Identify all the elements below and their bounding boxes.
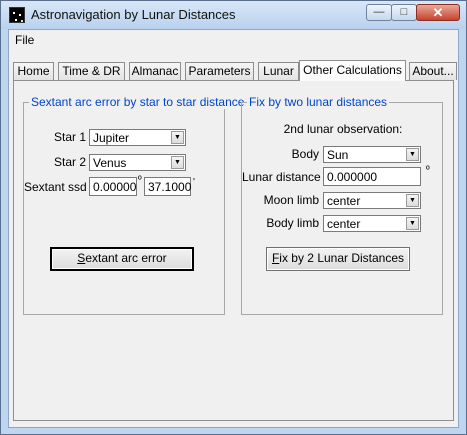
moon-limb-select[interactable]: center ▼	[323, 192, 421, 209]
chevron-down-icon: ▼	[406, 217, 419, 230]
body-limb-value: center	[327, 217, 361, 231]
star1-label: Star 1	[53, 130, 86, 144]
tab-label: Other Calculations	[303, 63, 402, 77]
star2-value: Venus	[93, 156, 127, 170]
tab-label: About...	[412, 64, 454, 78]
body-limb-label: Body limb	[266, 216, 319, 230]
close-button[interactable]: ✕	[416, 4, 460, 21]
maximize-icon: □	[400, 6, 408, 18]
tab-label: Almanac	[131, 64, 179, 78]
sextant-arc-error-group: Sextant arc error by star to star distan…	[23, 95, 247, 315]
ssd-minutes-input[interactable]: 37.1000	[144, 177, 191, 196]
group-title: Sextant arc error by star to star distan…	[29, 95, 247, 109]
sextant-ssd-label: Sextant ssd	[24, 180, 87, 194]
star1-select[interactable]: Jupiter ▼	[89, 129, 186, 146]
fix-two-lunar-group: Fix by two lunar distances 2nd lunar obs…	[241, 95, 443, 315]
observation-subtitle: 2nd lunar observation:	[283, 122, 403, 136]
chevron-down-icon: ▼	[406, 194, 419, 207]
sextant-arc-error-button[interactable]: Sextant arc error	[50, 247, 194, 271]
tab-label: Parameters	[188, 64, 251, 78]
moon-limb-label: Moon limb	[263, 193, 319, 207]
lunar-distance-label: Lunar distance	[242, 170, 321, 184]
minute-symbol: '	[193, 177, 195, 188]
button-label: extant arc error	[85, 251, 167, 265]
tab-panel-other-calculations: Sextant arc error by star to star distan…	[13, 80, 454, 421]
tab-parameters[interactable]: Parameters	[185, 62, 254, 80]
tab-label: Home	[17, 64, 50, 78]
group-title: Fix by two lunar distances	[247, 95, 390, 109]
body-select[interactable]: Sun ▼	[323, 146, 421, 163]
star2-select[interactable]: Venus ▼	[89, 154, 186, 171]
tab-label: Time & DR	[62, 64, 121, 78]
body-limb-select[interactable]: center ▼	[323, 215, 421, 232]
tab-label: Lunar	[263, 64, 294, 78]
button-label: ix by 2 Lunar Distances	[279, 251, 405, 265]
ssd-degrees-input[interactable]: 0.00000	[89, 177, 137, 196]
close-icon: ✕	[432, 5, 444, 20]
star2-label: Star 2	[53, 155, 86, 169]
fix-by-2-lunar-distances-button[interactable]: Fix by 2 Lunar Distances	[266, 247, 410, 271]
tab-other-calculations[interactable]: Other Calculations	[299, 60, 406, 81]
maximize-button[interactable]: □	[391, 4, 417, 21]
tab-time-dr[interactable]: Time & DR	[58, 62, 125, 80]
degree-symbol: º	[138, 175, 142, 186]
title-bar[interactable]: Astronavigation by Lunar Distances — □ ✕	[1, 1, 466, 29]
app-window: Astronavigation by Lunar Distances — □ ✕…	[0, 0, 467, 435]
degree-symbol: º	[426, 165, 430, 176]
chevron-down-icon: ▼	[171, 131, 184, 144]
lunar-distance-input[interactable]: 0.000000	[323, 167, 421, 186]
tab-almanac[interactable]: Almanac	[129, 62, 181, 80]
chevron-down-icon: ▼	[406, 148, 419, 161]
client-area: File Home Time & DR Almanac Parameters L…	[8, 29, 459, 428]
tab-home[interactable]: Home	[13, 62, 54, 80]
app-icon	[9, 7, 25, 23]
minimize-icon: —	[373, 6, 385, 18]
star1-value: Jupiter	[93, 131, 130, 145]
body-value: Sun	[327, 148, 349, 162]
moon-limb-value: center	[327, 194, 361, 208]
window-title: Astronavigation by Lunar Distances	[31, 7, 236, 22]
minimize-button[interactable]: —	[366, 4, 392, 21]
menu-file[interactable]: File	[15, 33, 34, 47]
tab-lunar[interactable]: Lunar	[258, 62, 299, 80]
body-label: Body	[291, 147, 319, 161]
chevron-down-icon: ▼	[171, 156, 184, 169]
menu-bar: File	[9, 30, 458, 50]
tab-about[interactable]: About...	[409, 62, 457, 80]
